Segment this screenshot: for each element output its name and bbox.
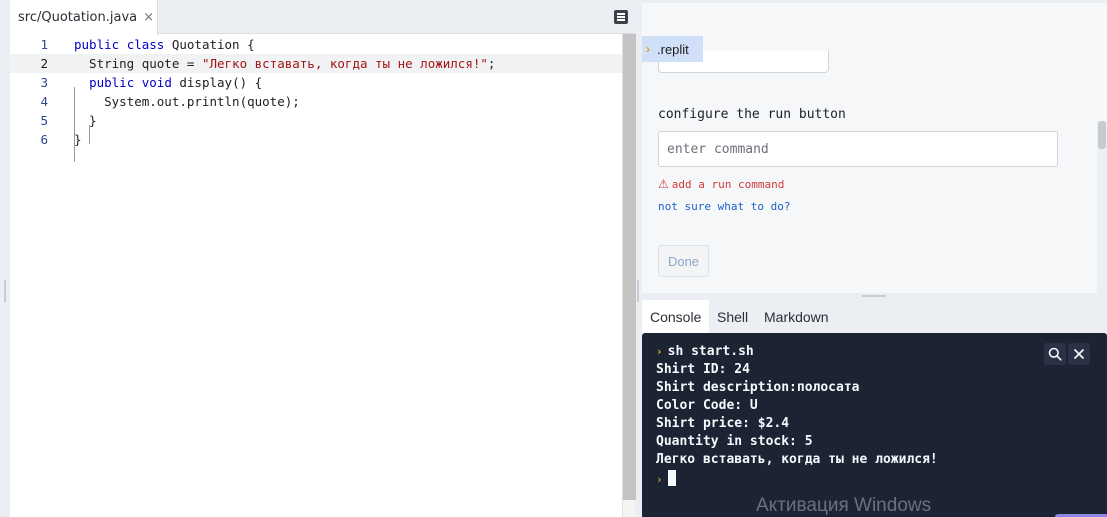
console-tabs: Console Shell Markdown bbox=[642, 300, 1107, 333]
line-content: } bbox=[74, 130, 82, 149]
code-token: String quote = bbox=[74, 56, 202, 71]
editor-scrollbar[interactable] bbox=[622, 34, 636, 517]
replit-workspace: src/Quotation.java × 1 public class Quota… bbox=[0, 0, 1107, 517]
prompt-icon: › bbox=[656, 345, 663, 358]
string-token: "Легко вставать, когда ты не ложился!" bbox=[201, 56, 488, 71]
line-number: 1 bbox=[40, 37, 48, 52]
panel-menu-icon[interactable] bbox=[614, 10, 628, 24]
editor-scrollbar-thumb[interactable] bbox=[623, 34, 636, 500]
code-token: System.out.println(quote); bbox=[74, 94, 300, 109]
horizontal-resize-handle[interactable] bbox=[862, 295, 886, 297]
code-line[interactable]: 5 } bbox=[10, 111, 622, 130]
console-line: Shirt description:полосата bbox=[656, 380, 860, 395]
text-cursor bbox=[667, 470, 676, 486]
close-icon bbox=[1074, 349, 1084, 359]
clear-console-button[interactable] bbox=[1068, 343, 1090, 365]
help-link[interactable]: not sure what to do? bbox=[658, 200, 790, 213]
console-line: Легко вставать, когда ты не ложился! bbox=[656, 452, 938, 467]
code-line[interactable]: 4 System.out.println(quote); bbox=[10, 92, 622, 111]
warning-icon: ⚠ bbox=[658, 177, 669, 191]
run-config-label: configure the run button bbox=[658, 107, 846, 122]
tab-shell[interactable]: Shell bbox=[709, 300, 756, 333]
line-content: public void display() { bbox=[74, 73, 262, 92]
code-token: } bbox=[74, 113, 97, 128]
keyword-token: void bbox=[141, 75, 172, 90]
code-editor[interactable]: 1 public class Quotation {2 String quote … bbox=[10, 34, 622, 517]
line-number: 5 bbox=[40, 113, 48, 128]
line-number: 6 bbox=[40, 132, 48, 147]
run-command-error: ⚠ add a run command bbox=[658, 177, 784, 191]
search-icon bbox=[1048, 347, 1062, 361]
config-scroll-thumb[interactable] bbox=[1098, 121, 1106, 149]
code-line[interactable]: 2 String quote = "Легко вставать, когда … bbox=[10, 54, 622, 73]
run-command-input[interactable] bbox=[658, 131, 1058, 167]
console-command-line: › sh start.sh bbox=[656, 344, 754, 359]
code-token: display() { bbox=[171, 75, 263, 90]
left-resize-handle[interactable] bbox=[4, 280, 6, 302]
code-line[interactable]: 1 public class Quotation { bbox=[10, 35, 622, 54]
file-tab-label: src/Quotation.java bbox=[18, 10, 138, 25]
console-line: Quantity in stock: 5 bbox=[656, 434, 813, 449]
code-line[interactable]: 3 public void display() { bbox=[10, 73, 622, 92]
chevron-right-icon: › bbox=[646, 42, 650, 56]
console-line: Shirt price: $2.4 bbox=[656, 416, 790, 431]
prompt-icon: › bbox=[656, 473, 663, 486]
replit-file-tab[interactable]: › .replit bbox=[642, 36, 703, 62]
console-input-line[interactable]: › bbox=[656, 470, 676, 487]
line-content: System.out.println(quote); bbox=[74, 92, 300, 111]
done-button[interactable]: Done bbox=[658, 245, 709, 277]
pane-resize-handle[interactable] bbox=[637, 280, 639, 302]
windows-activation-watermark: Активация Windows bbox=[756, 495, 932, 516]
keyword-token: class bbox=[126, 37, 165, 52]
code-line[interactable]: 6} bbox=[10, 130, 622, 149]
line-number: 3 bbox=[40, 75, 48, 90]
error-text: add a run command bbox=[671, 177, 785, 191]
keyword-token: public bbox=[89, 75, 135, 90]
line-content: public class Quotation { bbox=[74, 35, 255, 54]
keyword-token: public bbox=[74, 37, 120, 52]
console-command: sh start.sh bbox=[667, 344, 754, 359]
tab-console[interactable]: Console bbox=[642, 300, 710, 333]
line-content: } bbox=[74, 111, 97, 130]
console-line: Color Code: U bbox=[656, 398, 758, 413]
editor-pane: src/Quotation.java × 1 public class Quota… bbox=[10, 0, 636, 517]
console-line: Shirt ID: 24 bbox=[656, 362, 750, 377]
console-output[interactable]: › sh start.sh Shirt ID: 24 Shirt descript… bbox=[642, 333, 1107, 517]
replit-file-label: .replit bbox=[657, 41, 689, 57]
run-config-pane: › .replit configure the run button ⚠ add… bbox=[642, 3, 1107, 293]
code-token: ; bbox=[487, 56, 496, 71]
code-token: Quotation { bbox=[164, 37, 255, 52]
line-number: 4 bbox=[40, 94, 48, 109]
search-button[interactable] bbox=[1044, 343, 1066, 365]
code-token: } bbox=[74, 132, 82, 147]
editor-tab-bar: src/Quotation.java × bbox=[10, 0, 635, 35]
line-number: 2 bbox=[40, 56, 48, 71]
line-content: String quote = "Легко вставать, когда ты… bbox=[74, 54, 495, 73]
close-icon[interactable]: × bbox=[143, 10, 154, 25]
file-tab-quotation[interactable]: src/Quotation.java × bbox=[10, 0, 158, 35]
tab-markdown[interactable]: Markdown bbox=[756, 300, 837, 333]
